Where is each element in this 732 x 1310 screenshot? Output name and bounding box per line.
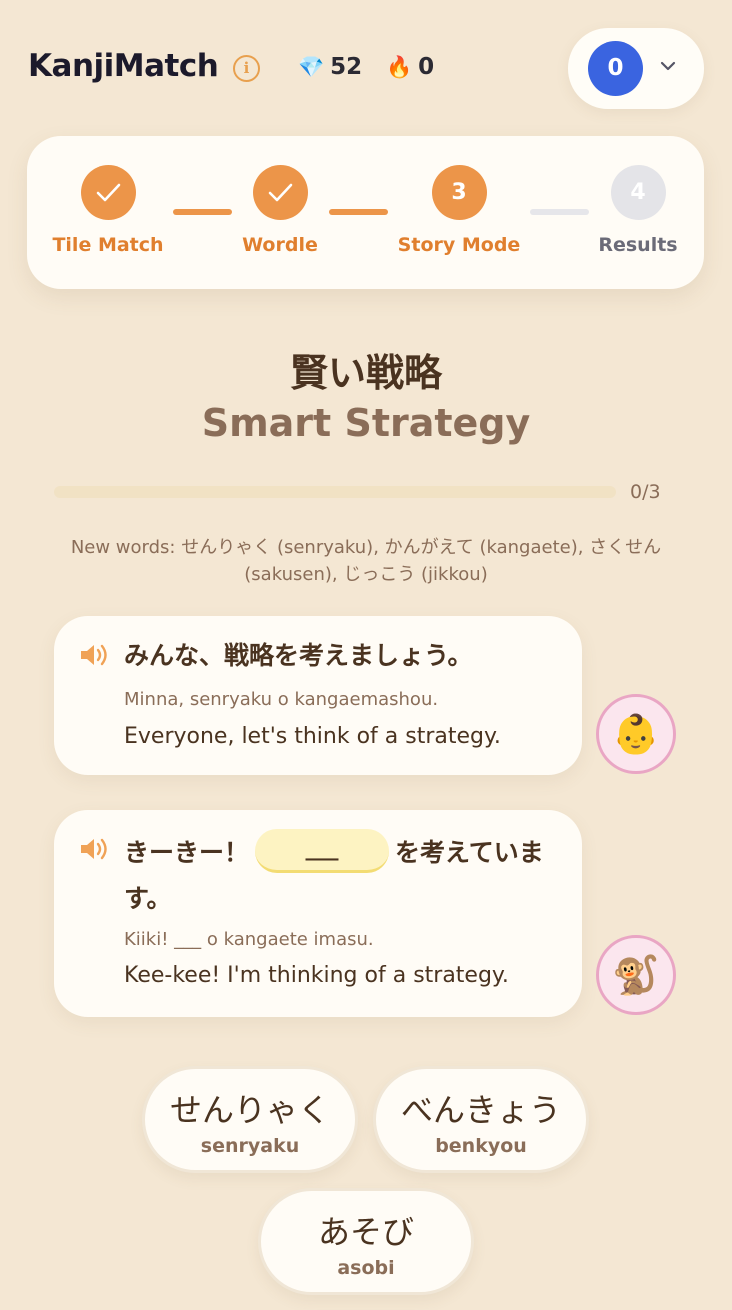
step-label: Wordle: [242, 234, 318, 256]
dialogue-english: Kee-kee! I'm thinking of a strategy.: [124, 963, 509, 988]
check-icon: [252, 165, 308, 220]
speaker-icon[interactable]: [78, 640, 110, 670]
choice-romaji: benkyou: [435, 1135, 527, 1157]
dialogue-romaji: Minna, senryaku o kangaemashou.: [124, 689, 439, 710]
character-avatar: 🐒: [596, 935, 676, 1015]
dialogue-romaji: Kiiki! ___ o kangaete imasu.: [124, 929, 374, 950]
app-header: KanjiMatch i 💎 52 🔥 0 0: [0, 0, 732, 136]
story-title-jp: 賢い戦略: [289, 351, 442, 395]
choice-button[interactable]: あそび asobi: [258, 1188, 474, 1295]
new-words-hint: New words: せんりゃく (senryaku), かんがえて (kang…: [70, 537, 662, 585]
dialogue-bubble: きーきー！ ___ を考えています。 Kiiki! ___ o kangaete i…: [54, 810, 582, 1017]
dialogue-jp-before: きーきー！: [124, 838, 250, 867]
character-avatar: 👶: [596, 694, 676, 774]
dialogue-jp: みんな、戦略を考えましょう。: [124, 641, 473, 670]
gems-count: 52: [330, 54, 363, 80]
info-icon[interactable]: i: [233, 55, 260, 82]
story-progress-bar: [54, 486, 616, 498]
dialogue-english: Everyone, let's think of a strategy.: [124, 724, 501, 749]
step-wordle: Wordle: [200, 165, 360, 256]
speaker-icon[interactable]: [78, 834, 110, 864]
step-number: 4: [610, 165, 666, 220]
app-brand[interactable]: KanjiMatch: [28, 48, 219, 84]
dialogue-bubble: みんな、戦略を考えましょう。 Minna, senryaku o kangaem…: [54, 616, 582, 775]
fire-icon: 🔥: [386, 54, 413, 79]
step-results: 4 Results: [558, 165, 718, 256]
choice-button[interactable]: べんきょう benkyou: [373, 1066, 589, 1173]
choice-romaji: asobi: [337, 1257, 395, 1279]
step-tile-match: Tile Match: [28, 165, 188, 256]
chevron-down-icon: [660, 61, 676, 71]
story-progress-text: 0/3: [630, 481, 661, 503]
choice-kana: せんりゃく: [169, 1091, 330, 1129]
answer-blank[interactable]: ___: [255, 829, 390, 873]
streak-count: 0: [418, 54, 435, 80]
choice-romaji: senryaku: [200, 1135, 300, 1157]
dialogue-jp: きーきー！ ___ を考えています。: [124, 829, 554, 922]
progress-stepper: Tile Match Wordle 3 Story Mode 4 Results: [27, 136, 704, 289]
streak-counter: 🔥 0: [386, 54, 434, 80]
user-menu-button[interactable]: 0: [568, 28, 704, 109]
check-icon: [80, 165, 136, 220]
choice-kana: あそび: [317, 1213, 414, 1251]
step-label: Story Mode: [397, 234, 521, 256]
step-number: 3: [431, 165, 487, 220]
step-story-mode: 3 Story Mode: [379, 165, 539, 256]
story-title-en: Smart Strategy: [201, 401, 531, 445]
gems-counter: 💎 52: [298, 54, 362, 80]
user-avatar: 0: [588, 41, 643, 96]
choice-button[interactable]: せんりゃく senryaku: [142, 1066, 358, 1173]
gem-icon: 💎: [298, 54, 325, 79]
step-label: Results: [598, 234, 678, 256]
step-label: Tile Match: [52, 234, 164, 256]
choice-kana: べんきょう: [400, 1091, 561, 1129]
